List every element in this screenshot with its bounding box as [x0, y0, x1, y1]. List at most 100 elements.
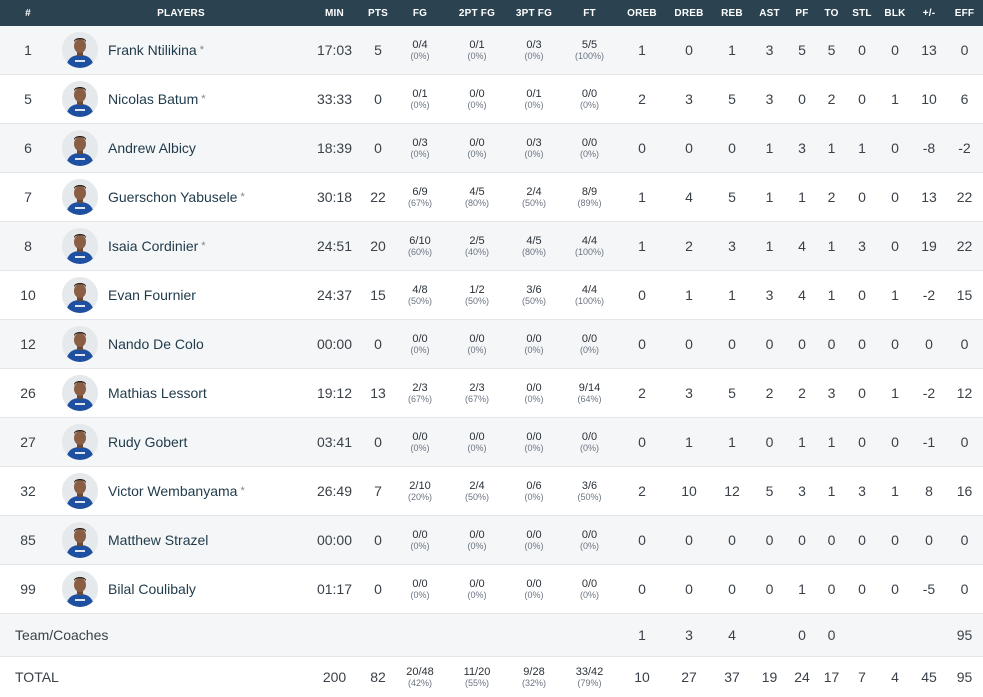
two-point-fg-percentage: (0%) — [447, 51, 507, 61]
assists: 0 — [752, 418, 787, 467]
column-header-min[interactable]: MIN — [306, 0, 363, 26]
player-headshot-icon[interactable] — [62, 522, 98, 558]
free-throws-percentage: (100%) — [561, 51, 618, 61]
player-name-link[interactable]: Nando De Colo — [108, 336, 204, 352]
column-header-ft[interactable]: FT — [561, 0, 618, 26]
assists: 0 — [752, 565, 787, 614]
player-headshot-icon[interactable] — [62, 228, 98, 264]
player-headshot-icon[interactable] — [62, 424, 98, 460]
three-point-fg-made-attempted: 3/6 — [507, 284, 561, 296]
player-cell: Nicolas Batum* — [56, 75, 306, 124]
free-throws: 0/0(0%) — [561, 75, 618, 124]
player-headshot-icon[interactable] — [62, 326, 98, 362]
field-goals-made-attempted: 0/4 — [393, 39, 447, 51]
column-header-pts[interactable]: PTS — [363, 0, 393, 26]
two-point-fg-percentage: (67%) — [447, 394, 507, 404]
player-headshot-icon[interactable] — [62, 32, 98, 68]
player-name-link[interactable]: Bilal Coulibaly — [108, 581, 196, 597]
efficiency: 6 — [946, 75, 983, 124]
points: 5 — [363, 26, 393, 75]
column-header-reb[interactable]: REB — [712, 0, 752, 26]
assists: 3 — [752, 75, 787, 124]
player-name-link[interactable]: Nicolas Batum — [108, 91, 198, 107]
field-goals-percentage: (42%) — [393, 678, 447, 688]
player-headshot-icon[interactable] — [62, 375, 98, 411]
plus-minus: -8 — [912, 124, 946, 173]
column-header-oreb[interactable]: OREB — [618, 0, 666, 26]
field-goals: 0/0(0%) — [393, 565, 447, 614]
column-header-fg[interactable]: FG — [393, 0, 447, 26]
field-goals: 0/0(0%) — [393, 516, 447, 565]
column-header-ast[interactable]: AST — [752, 0, 787, 26]
player-cell: Andrew Albicy — [56, 124, 306, 173]
field-goals-made-attempted: 0/1 — [393, 88, 447, 100]
offensive-rebounds: 0 — [618, 271, 666, 320]
player-headshot-icon[interactable] — [62, 130, 98, 166]
free-throws-percentage: (50%) — [561, 492, 618, 502]
column-header-2pt-fg[interactable]: 2PT FG — [447, 0, 507, 26]
player-name-link[interactable]: Andrew Albicy — [108, 140, 196, 156]
player-name-link[interactable]: Victor Wembanyama — [108, 483, 237, 499]
turnovers: 0 — [817, 614, 846, 657]
offensive-rebounds: 0 — [618, 124, 666, 173]
blocks: 0 — [878, 320, 912, 369]
free-throws: 0/0(0%) — [561, 320, 618, 369]
column-header-dreb[interactable]: DREB — [666, 0, 712, 26]
field-goals-percentage: (0%) — [393, 443, 447, 453]
player-headshot-icon[interactable] — [62, 473, 98, 509]
plus-minus: -2 — [912, 369, 946, 418]
efficiency: 95 — [946, 614, 983, 657]
defensive-rebounds: 0 — [666, 320, 712, 369]
column-header-3pt-fg[interactable]: 3PT FG — [507, 0, 561, 26]
defensive-rebounds: 3 — [666, 75, 712, 124]
blocks: 0 — [878, 222, 912, 271]
column-header-players[interactable]: PLAYERS — [56, 0, 306, 26]
personal-fouls: 4 — [787, 222, 817, 271]
free-throws-made-attempted: 33/42 — [561, 666, 618, 678]
column-header-to[interactable]: TO — [817, 0, 846, 26]
column-header-[interactable]: # — [0, 0, 56, 26]
column-header-blk[interactable]: BLK — [878, 0, 912, 26]
defensive-rebounds: 10 — [666, 467, 712, 516]
player-headshot-icon[interactable] — [62, 179, 98, 215]
three-point-fg: 0/1(0%) — [507, 75, 561, 124]
steals: 3 — [846, 222, 878, 271]
minutes: 200 — [306, 657, 363, 697]
player-name-link[interactable]: Mathias Lessort — [108, 385, 207, 401]
player-name-link[interactable]: Isaia Cordinier — [108, 238, 198, 254]
table-row: 7Guerschon Yabusele*30:18226/9(67%)4/5(8… — [0, 173, 983, 222]
three-point-fg-made-attempted: 0/6 — [507, 480, 561, 492]
column-header-stl[interactable]: STL — [846, 0, 878, 26]
column-header-pf[interactable]: PF — [787, 0, 817, 26]
starter-marker: * — [201, 240, 205, 252]
three-point-fg: 0/0(0%) — [507, 369, 561, 418]
two-point-fg-made-attempted: 0/0 — [447, 578, 507, 590]
free-throws: 5/5(100%) — [561, 26, 618, 75]
field-goals-made-attempted: 2/10 — [393, 480, 447, 492]
player-headshot-icon[interactable] — [62, 81, 98, 117]
field-goals-made-attempted: 6/10 — [393, 235, 447, 247]
player-headshot-icon[interactable] — [62, 277, 98, 313]
steals: 3 — [846, 467, 878, 516]
two-point-fg: 2/4(50%) — [447, 467, 507, 516]
blocks: 1 — [878, 467, 912, 516]
personal-fouls: 5 — [787, 26, 817, 75]
column-header-[interactable]: +/- — [912, 0, 946, 26]
player-headshot-icon[interactable] — [62, 571, 98, 607]
free-throws-made-attempted: 5/5 — [561, 39, 618, 51]
column-header-eff[interactable]: EFF — [946, 0, 983, 26]
jersey-number: 12 — [0, 320, 56, 369]
steals: 0 — [846, 565, 878, 614]
two-point-fg-made-attempted: 0/0 — [447, 333, 507, 345]
player-name-link[interactable]: Rudy Gobert — [108, 434, 187, 450]
player-name-link[interactable]: Guerschon Yabusele — [108, 189, 237, 205]
three-point-fg: 4/5(80%) — [507, 222, 561, 271]
minutes: 00:00 — [306, 320, 363, 369]
player-name-link[interactable]: Evan Fournier — [108, 287, 196, 303]
player-name-link[interactable]: Frank Ntilikina — [108, 42, 197, 58]
player-name-link[interactable]: Matthew Strazel — [108, 532, 208, 548]
field-goals: 6/10(60%) — [393, 222, 447, 271]
three-point-fg-percentage: (0%) — [507, 590, 561, 600]
turnovers: 0 — [817, 565, 846, 614]
three-point-fg-made-attempted: 0/3 — [507, 137, 561, 149]
